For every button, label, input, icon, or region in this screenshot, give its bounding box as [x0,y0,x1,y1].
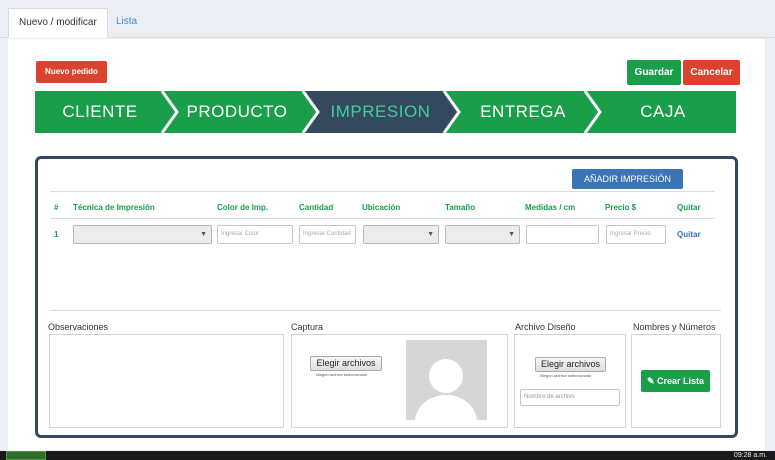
archivo-label: Archivo Diseño [515,322,576,332]
medidas-input[interactable] [526,225,599,244]
nombres-label: Nombres y Números [633,322,716,332]
remove-row-link[interactable]: Quitar [677,230,701,239]
ubicacion-select[interactable]: ▼ [363,225,439,244]
add-impresion-button[interactable]: AÑADIR IMPRESIÓN [572,169,683,189]
avatar-placeholder-image [406,340,487,420]
chevron-down-icon: ▼ [200,231,207,238]
create-list-button[interactable]: ✎ Crear Lista [641,370,710,392]
chevron-down-icon: ▼ [508,231,515,238]
tecnica-select[interactable]: ▼ [73,225,212,244]
row-number: 1 [54,230,59,239]
new-order-button[interactable]: Nuevo pedido [36,61,107,83]
tab-nuevo-modificar[interactable]: Nuevo / modificar [8,8,108,38]
archivo-choose-file-button[interactable]: Elegir archivos [535,357,606,372]
chevron-down-icon: ▼ [427,231,434,238]
captura-choose-file-button[interactable]: Elegir archivos [310,356,382,371]
precio-input[interactable]: Ingresar Precio [606,225,666,244]
pencil-icon: ✎ [646,376,655,386]
col-header-num: # [54,203,59,212]
col-header-cantidad: Cantidad [299,203,334,212]
section-divider [50,310,721,311]
col-header-quitar: Quitar [677,203,701,212]
captura-no-file-text: Ningún archivo seleccionado [316,372,368,377]
start-button[interactable] [6,451,46,460]
col-header-precio: Precio $ [605,203,637,212]
col-header-medidas: Medidas / cm [525,203,576,212]
step-caja[interactable]: CAJA [590,91,736,133]
step-cliente[interactable]: CLIENTE [35,91,165,133]
tab-lista[interactable]: Lista [106,8,147,38]
tamano-select[interactable]: ▼ [445,225,520,244]
order-stepper: CLIENTE PRODUCTO IMPRESION ENTREGA CAJA [35,91,736,133]
taskbar-clock: 09:28 a.m. [733,452,767,459]
color-input[interactable]: Ingresar Color [217,225,293,244]
col-header-ubicacion: Ubicación [362,203,401,212]
captura-label: Captura [291,322,324,332]
cancel-button[interactable]: Cancelar [683,60,740,85]
archivo-box [514,334,626,428]
tab-bar: Nuevo / modificar Lista [0,0,775,38]
file-name-input[interactable]: Nombre de archivo [520,389,620,406]
cantidad-input[interactable]: Ingresar Cantidad [299,225,356,244]
col-header-color: Color de Imp. [217,203,269,212]
os-taskbar: 09:28 a.m. [0,451,775,460]
observaciones-label: Observaciones [48,322,109,332]
step-entrega[interactable]: ENTREGA [453,91,593,133]
archivo-no-file-text: Ningún archivo seleccionado [540,373,592,378]
step-producto[interactable]: PRODUCTO [167,91,307,133]
create-list-label: Crear Lista [657,376,705,386]
col-header-tamano: Tamaño [445,203,476,212]
observaciones-textarea[interactable] [49,334,284,428]
header-divider [50,218,715,219]
user-silhouette-icon [415,359,477,420]
step-impresion[interactable]: IMPRESION [313,91,448,133]
col-header-tecnica: Técnica de Impresión [73,203,155,212]
save-button[interactable]: Guardar [627,60,681,85]
table-top-divider [50,191,715,192]
